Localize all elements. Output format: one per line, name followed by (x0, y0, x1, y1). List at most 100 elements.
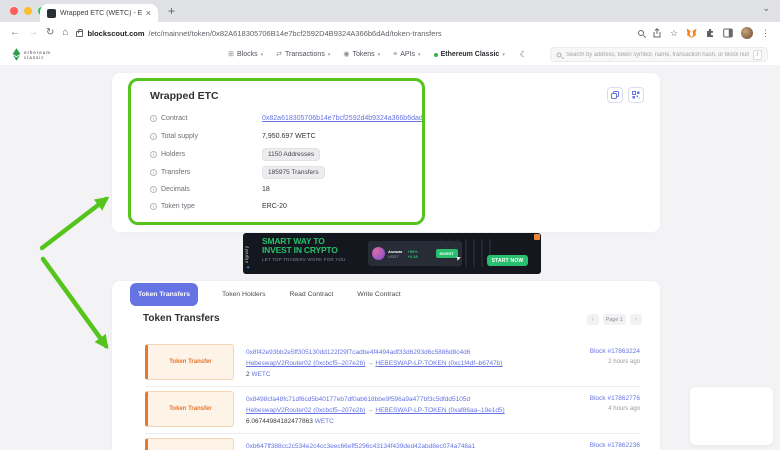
block-link[interactable]: Block #17862236 (590, 442, 640, 449)
reload-icon[interactable]: ↻ (46, 28, 54, 38)
tx-hash-link[interactable]: 0x8f42e93bb2e5ff305130dd122f29f7cadbe4f4… (246, 349, 470, 356)
token-card-actions (607, 87, 644, 103)
site-favicon-icon (47, 9, 56, 18)
tx-hash-link[interactable]: 0xb647ff388cc2c534e2c4cc3eec66eff5296c43… (246, 443, 475, 450)
trader-name: Asowar (388, 249, 402, 254)
to-address-link[interactable]: HEBESWAP-LP-TOKEN (0xaf86aa–19e1d5) (375, 407, 504, 414)
qr-code-button[interactable] (628, 87, 644, 103)
back-icon[interactable]: ← (10, 28, 20, 38)
search-icon (557, 52, 562, 57)
network-selector[interactable]: Ethereum Classic ▾ (434, 51, 505, 58)
cursor-icon: ➤ (455, 254, 462, 262)
transfer-meta: Block #17862776 4 hours ago (590, 395, 640, 412)
etc-diamond-icon (12, 48, 21, 61)
transfers-count-badge[interactable]: 185975 Transfers (262, 166, 325, 179)
info-icon: i (150, 203, 157, 210)
token-transfer-badge: Token Transfer (145, 438, 234, 450)
site-search[interactable]: Search by address, token symbol, name, t… (550, 47, 768, 62)
ad-info-icon[interactable] (534, 234, 540, 240)
ssl-lock-icon[interactable] (76, 31, 83, 37)
qr-code-icon (632, 91, 640, 99)
ad-headline: SMART WAY TO INVEST IN CRYPTO LET TOP TR… (262, 237, 346, 262)
tab-token-holders[interactable]: Token Holders (222, 291, 265, 298)
dark-mode-toggle-icon[interactable]: ☾ (520, 50, 527, 59)
home-icon[interactable]: ⌂ (62, 28, 68, 38)
search-shortcut-badge: / (753, 50, 762, 60)
token-info-card: Wrapped ETC iContract 0x82a618305706b14e… (112, 73, 660, 232)
metamask-extension-icon[interactable] (686, 28, 697, 38)
browser-action-icons: ☆ ⋮ (638, 27, 770, 39)
holders-count-badge[interactable]: 1150 Addresses (262, 148, 320, 161)
chevron-down-icon: ▾ (328, 52, 331, 58)
browser-tab[interactable]: Wrapped ETC (WETC) - Ethe × (40, 4, 158, 22)
tab-token-transfers[interactable]: Token Transfers (130, 283, 198, 306)
window-close-button[interactable] (10, 7, 18, 15)
tab-search-chevron-icon[interactable]: ⌄ (762, 3, 770, 14)
nav-apis[interactable]: ≡ APIs ▾ (393, 51, 420, 58)
browser-menu-icon[interactable]: ⋮ (761, 28, 770, 39)
from-address-link[interactable]: HebeswapV2Router02 (0xcbcf5–207e2b) (246, 407, 365, 414)
tab-close-icon[interactable]: × (146, 9, 151, 18)
start-now-button[interactable]: START NOW (487, 255, 528, 266)
side-panel-icon[interactable] (723, 28, 733, 38)
info-row-contract: iContract 0x82a618305706b14e7bcf2592d4b9… (150, 115, 423, 122)
nav-tokens[interactable]: ◉ Tokens ▾ (343, 51, 380, 58)
tx-hash-link[interactable]: 0x8498cfa48fc71df6cd5b40177eb7df0ab618bb… (246, 396, 470, 403)
info-row-holders: iHolders 1150 Addresses (150, 148, 320, 161)
extensions-puzzle-icon[interactable] (705, 28, 715, 38)
window-minimize-button[interactable] (24, 7, 32, 15)
from-address-link[interactable]: HebeswapV2Router02 (0xcbcf5–207e2b) (246, 360, 365, 367)
row-label: Token type (161, 203, 195, 210)
ad-banner[interactable]: zignaly ✦ SMART WAY TO INVEST IN CRYPTO … (243, 233, 541, 274)
nav-transactions-label: Transactions (285, 51, 325, 58)
transfer-details: 0x8f42e93bb2e5ff305130dd122f29f7cadbe4f4… (246, 347, 503, 380)
to-address-link[interactable]: HEBESWAP-LP-TOKEN (0xc1f4df–b6747b) (375, 360, 502, 367)
row-label: Transfers (161, 169, 190, 176)
copy-address-button[interactable] (607, 87, 623, 103)
forward-icon[interactable]: → (28, 28, 38, 38)
new-tab-button[interactable]: + (168, 4, 175, 18)
invest-button[interactable]: INVEST➤ (436, 249, 458, 258)
transfer-row: Token Transfer 0x8f42e93bb2e5ff305130dd1… (145, 341, 640, 387)
nav-transactions[interactable]: ⇄ Transactions ▾ (276, 51, 330, 58)
next-page-button[interactable]: › (630, 314, 642, 325)
info-icon: i (150, 169, 157, 176)
address-bar[interactable]: blockscout.com/etc/mainnet/token/0x82A61… (76, 29, 629, 38)
transactions-icon: ⇄ (276, 51, 282, 58)
transfer-meta: Block #17863224 2 hours ago (590, 348, 640, 365)
row-label: Total supply (161, 133, 198, 140)
browser-urlbar: ← → ↻ ⌂ blockscout.com/etc/mainnet/token… (0, 22, 780, 44)
search-placeholder: Search by address, token symbol, name, t… (566, 52, 749, 58)
share-icon[interactable] (652, 28, 662, 38)
token-detail-card: Token Transfers Token Holders Read Contr… (112, 281, 660, 450)
url-path: /etc/mainnet/token/0x82A618305706B14e7bc… (149, 29, 442, 38)
token-symbol-link[interactable]: WETC (251, 371, 270, 378)
zoom-icon[interactable] (638, 30, 644, 36)
network-label: Ethereum Classic (441, 51, 500, 58)
list-heading: Token Transfers (143, 313, 220, 324)
prev-page-button[interactable]: ‹ (587, 314, 599, 325)
profile-avatar[interactable] (741, 27, 753, 39)
block-link[interactable]: Block #17862776 (590, 395, 640, 402)
token-type-value: ERC-20 (262, 203, 287, 210)
transfer-age: 2 hours ago (590, 359, 640, 365)
ad-trader-panel: Asowar USDT +89% +2.18 INVEST➤ (368, 241, 462, 266)
row-label: Holders (161, 151, 185, 158)
row-label: Contract (161, 115, 187, 122)
block-link[interactable]: Block #17863224 (590, 348, 640, 355)
contract-address-link[interactable]: 0x82a618305706b14e7bcf2592d4b9324a366b6d… (262, 115, 423, 122)
arrow-right-icon: → (367, 407, 374, 414)
info-row-decimals: iDecimals 18 (150, 186, 270, 193)
chevron-down-icon: ▾ (418, 52, 421, 58)
transfer-amount: 6.06744984182477863 (246, 418, 313, 425)
transfer-age: 4 hours ago (590, 406, 640, 412)
tab-write-contract[interactable]: Write Contract (357, 291, 400, 298)
bookmark-star-icon[interactable]: ☆ (670, 28, 678, 39)
tab-read-contract[interactable]: Read Contract (289, 291, 333, 298)
ethereum-classic-logo[interactable]: ethereum classic (12, 48, 51, 61)
transfer-details: 0xb647ff388cc2c534e2c4cc3eec66eff5296c43… (246, 441, 475, 450)
info-row-total-supply: iTotal supply 7,950.697 WETC (150, 133, 316, 140)
nav-blocks[interactable]: ⊞ Blocks ▾ (228, 51, 263, 58)
token-symbol-link[interactable]: WETC (315, 418, 334, 425)
info-row-token-type: i Token type ERC-20 (150, 203, 287, 210)
